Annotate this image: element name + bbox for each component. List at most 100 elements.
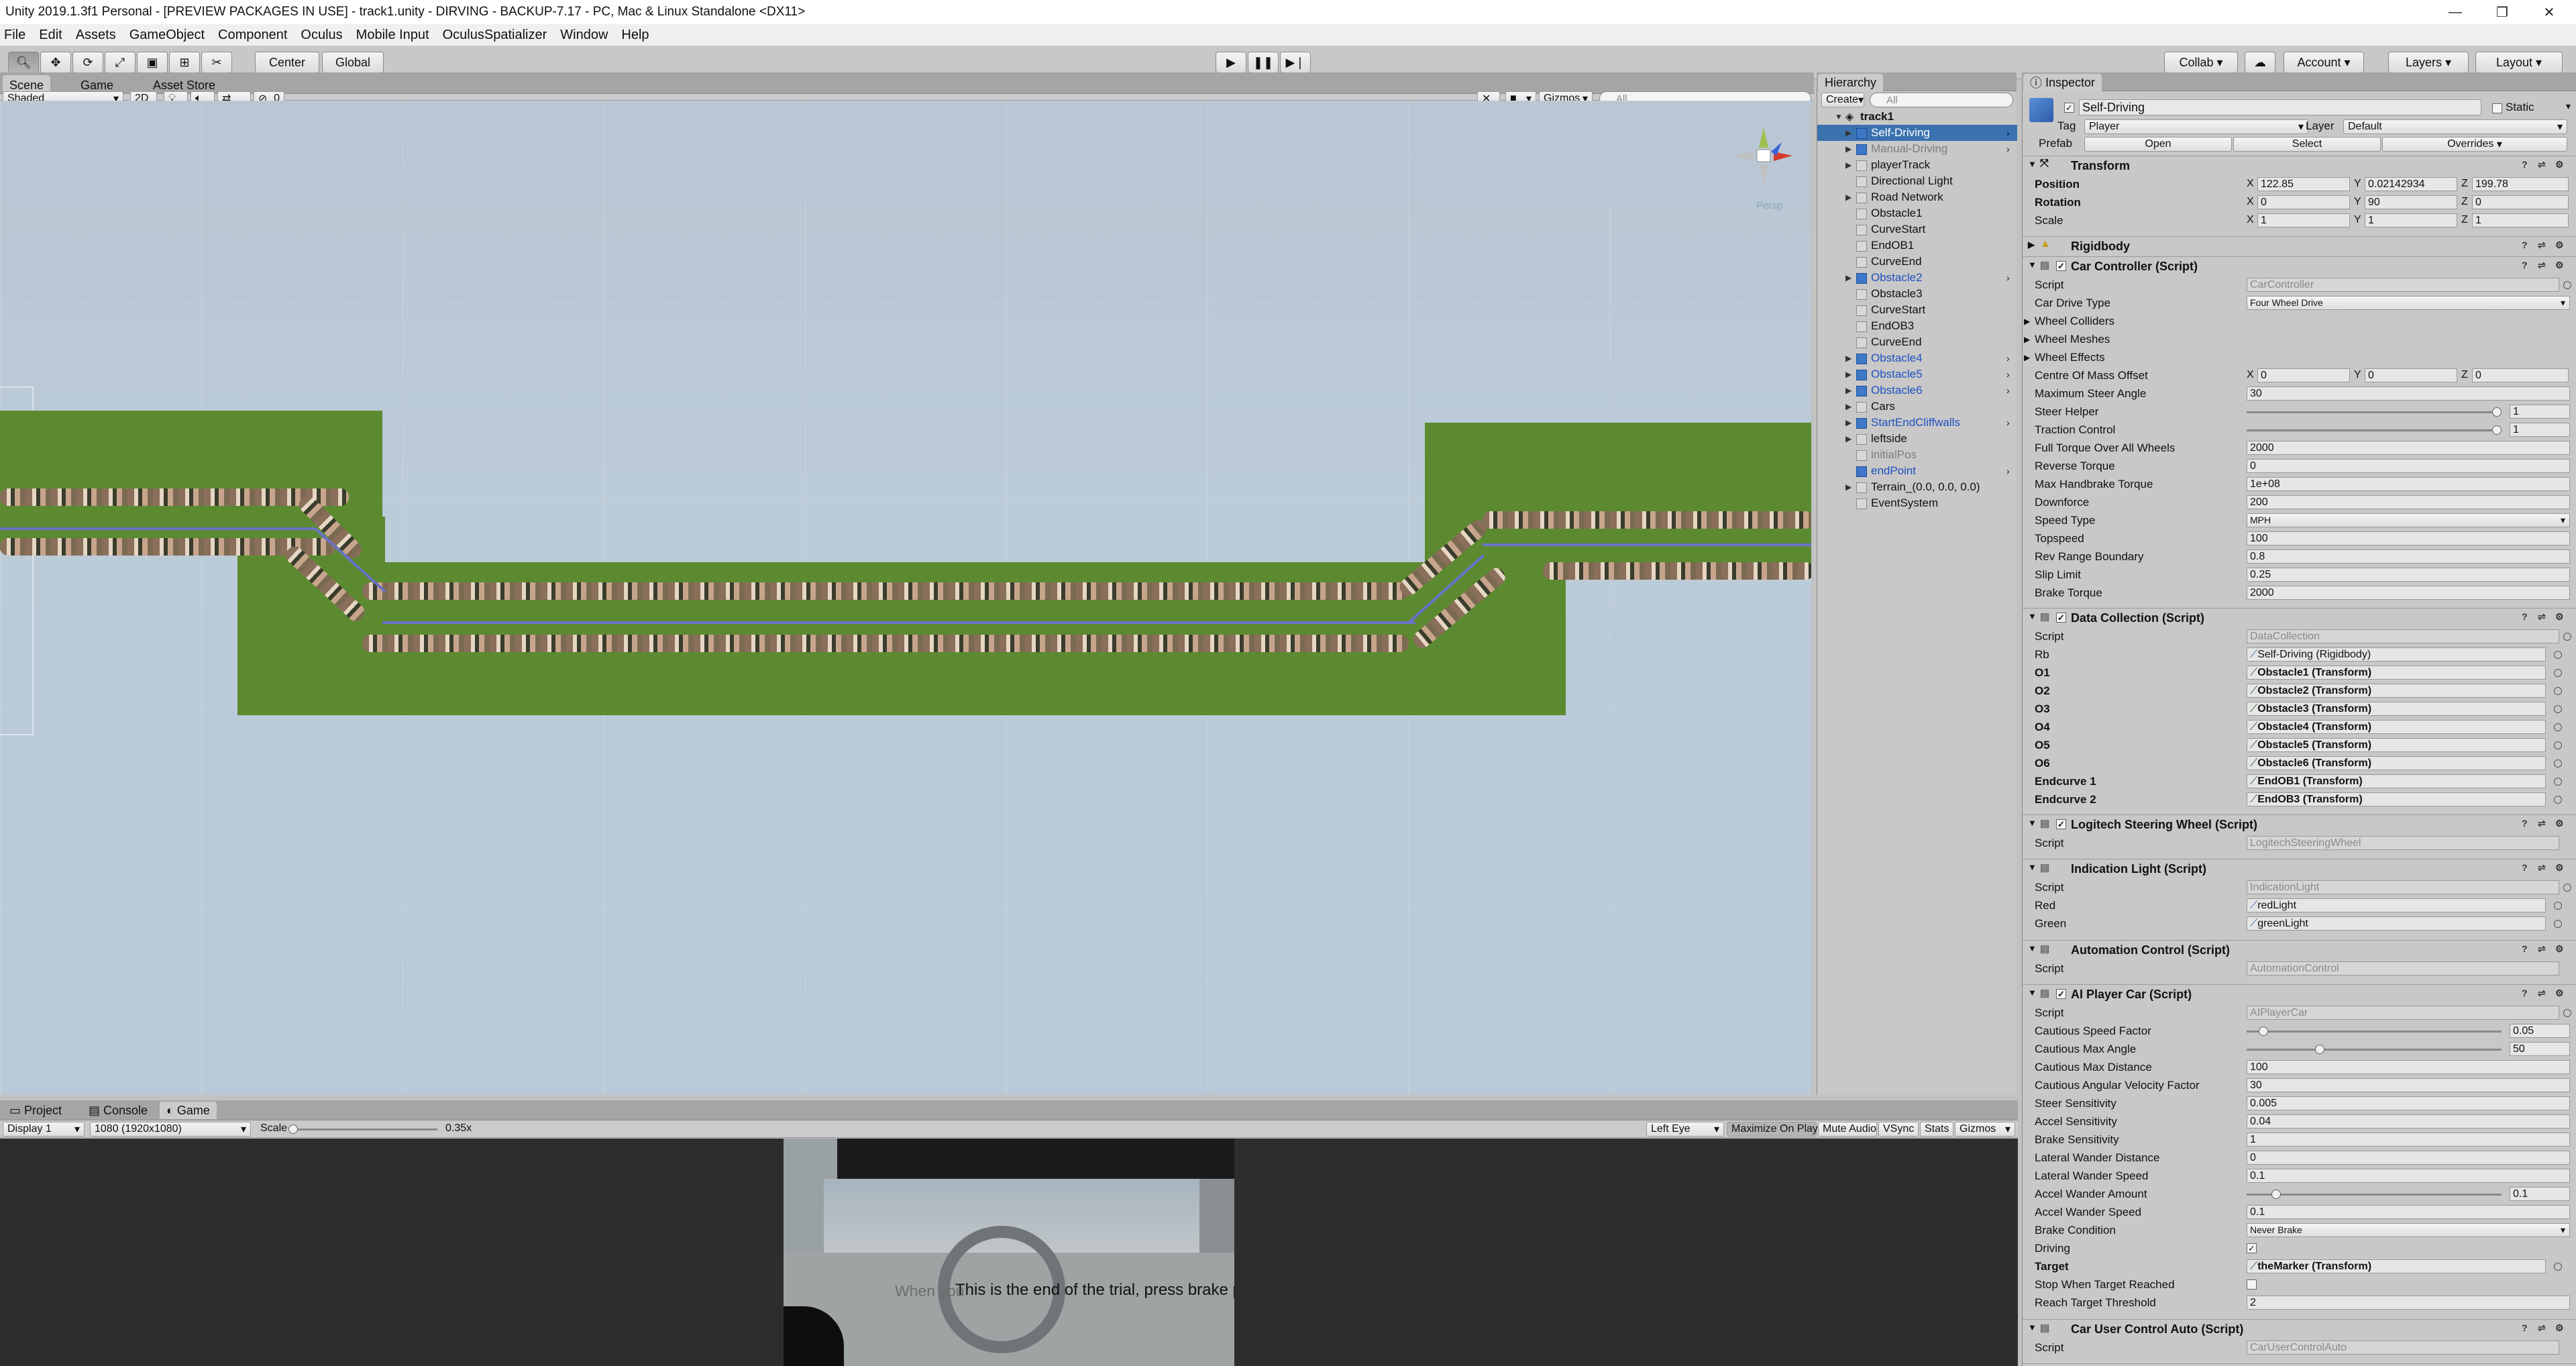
rotation-z-field[interactable]: 0	[2472, 195, 2569, 209]
rigidbody-header[interactable]: ▶ ▲ Rigidbody ? ⇌ ⚙	[2023, 236, 2576, 257]
vsync-toggle[interactable]: VSync	[1878, 1122, 1919, 1137]
fold-arrow-icon[interactable]: ▼	[2028, 611, 2037, 621]
hierarchy-create-dropdown[interactable]: Create ▾	[1821, 93, 1864, 107]
menu-oculus[interactable]: Oculus	[301, 28, 342, 43]
slider-track[interactable]	[2247, 429, 2502, 431]
pivot-global-button[interactable]: Global	[322, 52, 384, 73]
hierarchy-item[interactable]: ▶ Self-Driving ›	[1817, 125, 2017, 141]
scale-z-field[interactable]: 1	[2472, 213, 2569, 227]
hierarchy-item[interactable]: ▶ Obstacle6 ›	[1817, 382, 2017, 399]
slider-track[interactable]	[2247, 1031, 2502, 1033]
play-button[interactable]: ▶	[1216, 52, 1246, 73]
layer-dropdown[interactable]: Default ▾	[2343, 119, 2567, 134]
expand-arrow-icon[interactable]: ▶	[1845, 128, 1851, 138]
slider-knob[interactable]	[2492, 407, 2502, 417]
value-field[interactable]: 1	[2247, 1133, 2570, 1147]
value-field[interactable]: 200	[2247, 495, 2570, 509]
value-field[interactable]: 0	[2247, 1151, 2570, 1165]
car-user-control-header[interactable]: ▼ ▤ Car User Control Auto (Script)? ⇌ ⚙	[2023, 1319, 2576, 1340]
custom-tool-button[interactable]: ✂	[201, 52, 232, 73]
end-window-header[interactable]: ▼▤✓End Window (Script)?⇌⚙	[2023, 1363, 2576, 1366]
value-field[interactable]: 0.25	[2247, 568, 2570, 582]
slider-track[interactable]	[2247, 1194, 2502, 1196]
layout-dropdown[interactable]: Layout ▾	[2475, 52, 2563, 73]
fold-arrow-icon[interactable]: ▶	[2024, 335, 2030, 344]
position-x-field[interactable]: 122.85	[2257, 177, 2350, 191]
component-enabled-checkbox[interactable]: ✓	[2056, 989, 2066, 999]
value-field[interactable]: 2000	[2247, 586, 2570, 600]
hierarchy-item[interactable]: Obstacle3	[1817, 286, 2017, 302]
fold-arrow-icon[interactable]: ▼	[2028, 862, 2037, 872]
transform-tool-button[interactable]: ⊞	[169, 52, 200, 73]
slider-knob[interactable]	[2259, 1027, 2268, 1036]
presets-icon[interactable]: ⇌	[2538, 988, 2546, 999]
move-tool-button[interactable]: ✥	[40, 52, 71, 73]
expand-arrow-icon[interactable]: ▶	[1845, 434, 1851, 443]
tab-hierarchy[interactable]: Hierarchy	[1818, 74, 1884, 91]
rect-tool-button[interactable]: ▣	[137, 52, 168, 73]
object-picker-icon[interactable]	[2554, 687, 2562, 695]
mute-audio-toggle[interactable]: Mute Audio	[1818, 1122, 1877, 1137]
settings-gear-icon[interactable]: ⚙	[2555, 862, 2564, 874]
value-dropdown[interactable]: Never Brake ▾	[2247, 1223, 2570, 1237]
fold-arrow-icon[interactable]: ▼	[2028, 988, 2037, 998]
scene-view[interactable]: Persp	[0, 101, 1811, 1095]
value-dropdown[interactable]: Four Wheel Drive ▾	[2247, 296, 2570, 310]
presets-icon[interactable]: ⇌	[2538, 611, 2546, 623]
fold-arrow-icon[interactable]: ▶	[2024, 353, 2030, 362]
resolution-dropdown[interactable]: 1080 (1920x1080) ▾	[90, 1122, 251, 1137]
slider-track[interactable]	[2247, 411, 2502, 413]
position-z-field[interactable]: 199.78	[2472, 177, 2569, 191]
fold-arrow-icon[interactable]: ▶	[2028, 240, 2035, 250]
slider-value-field[interactable]: 1	[2510, 423, 2570, 437]
hierarchy-item[interactable]: ▶ Manual-Driving ›	[1817, 141, 2017, 157]
scale-tool-button[interactable]: ⤢	[105, 52, 136, 73]
value-dropdown[interactable]: MPH ▾	[2247, 513, 2570, 527]
automation-control-header[interactable]: ▼ ▤ Automation Control (Script)? ⇌ ⚙	[2023, 940, 2576, 961]
prefab-open-arrow-icon[interactable]: ›	[2006, 385, 2010, 396]
settings-gear-icon[interactable]: ⚙	[2555, 240, 2564, 251]
component-enabled-checkbox[interactable]: ✓	[2056, 261, 2066, 271]
tab-project[interactable]: ▭ Project	[3, 1102, 68, 1119]
hierarchy-item[interactable]: ▶ Cars	[1817, 399, 2017, 415]
property-checkbox[interactable]: ✓	[2247, 1243, 2257, 1253]
presets-icon[interactable]: ⇌	[2538, 943, 2546, 955]
hierarchy-item[interactable]: EndOB1	[1817, 238, 2017, 254]
ai-player-car-header[interactable]: ▼ ▤ ✓ AI Player Car (Script)? ⇌ ⚙	[2023, 984, 2576, 1005]
help-icon[interactable]: ?	[2522, 260, 2528, 270]
scale-slider-track[interactable]	[290, 1128, 437, 1131]
expand-arrow-icon[interactable]: ▶	[1845, 386, 1851, 395]
settings-gear-icon[interactable]: ⚙	[2555, 1322, 2564, 1334]
help-icon[interactable]: ?	[2522, 611, 2528, 622]
account-dropdown[interactable]: Account ▾	[2284, 52, 2364, 73]
slider-knob[interactable]	[2271, 1190, 2281, 1199]
settings-gear-icon[interactable]: ⚙	[2555, 943, 2564, 955]
prefab-open-arrow-icon[interactable]: ›	[2006, 144, 2010, 154]
vector-component-field[interactable]: 0	[2257, 368, 2350, 382]
prefab-open-arrow-icon[interactable]: ›	[2006, 272, 2010, 283]
value-field[interactable]: 0.04	[2247, 1114, 2570, 1128]
rotation-y-field[interactable]: 90	[2365, 195, 2457, 209]
object-picker-icon[interactable]	[2554, 1263, 2562, 1271]
settings-gear-icon[interactable]: ⚙	[2555, 260, 2564, 271]
object-reference-field[interactable]: ⟋Obstacle6 (Transform)	[2247, 756, 2546, 770]
minimize-icon[interactable]: —	[2435, 0, 2475, 24]
hierarchy-item[interactable]: ▶ playerTrack	[1817, 157, 2017, 173]
value-field[interactable]: 0	[2247, 459, 2570, 473]
object-reference-field[interactable]: ⟋Obstacle2 (Transform)	[2247, 684, 2546, 698]
menu-oculus-spatializer[interactable]: OculusSpatializer	[443, 28, 547, 43]
slider-value-field[interactable]: 50	[2510, 1042, 2570, 1056]
hierarchy-item[interactable]: ▶ Terrain_(0.0, 0.0, 0.0)	[1817, 479, 2017, 495]
object-reference-field[interactable]: ⟋Self-Driving (Rigidbody)	[2247, 647, 2546, 662]
object-picker-icon[interactable]	[2554, 741, 2562, 749]
pivot-center-button[interactable]: Center	[255, 52, 319, 73]
slider-value-field[interactable]: 1	[2510, 405, 2570, 419]
help-icon[interactable]: ?	[2522, 159, 2528, 170]
property-checkbox[interactable]	[2247, 1279, 2257, 1290]
settings-gear-icon[interactable]: ⚙	[2555, 159, 2564, 170]
value-field[interactable]: 0.8	[2247, 549, 2570, 564]
display-dropdown[interactable]: Display 1 ▾	[3, 1122, 85, 1137]
object-picker-icon[interactable]	[2554, 723, 2562, 731]
object-reference-field[interactable]: ⟋Obstacle4 (Transform)	[2247, 720, 2546, 734]
value-field[interactable]: 100	[2247, 1060, 2570, 1074]
